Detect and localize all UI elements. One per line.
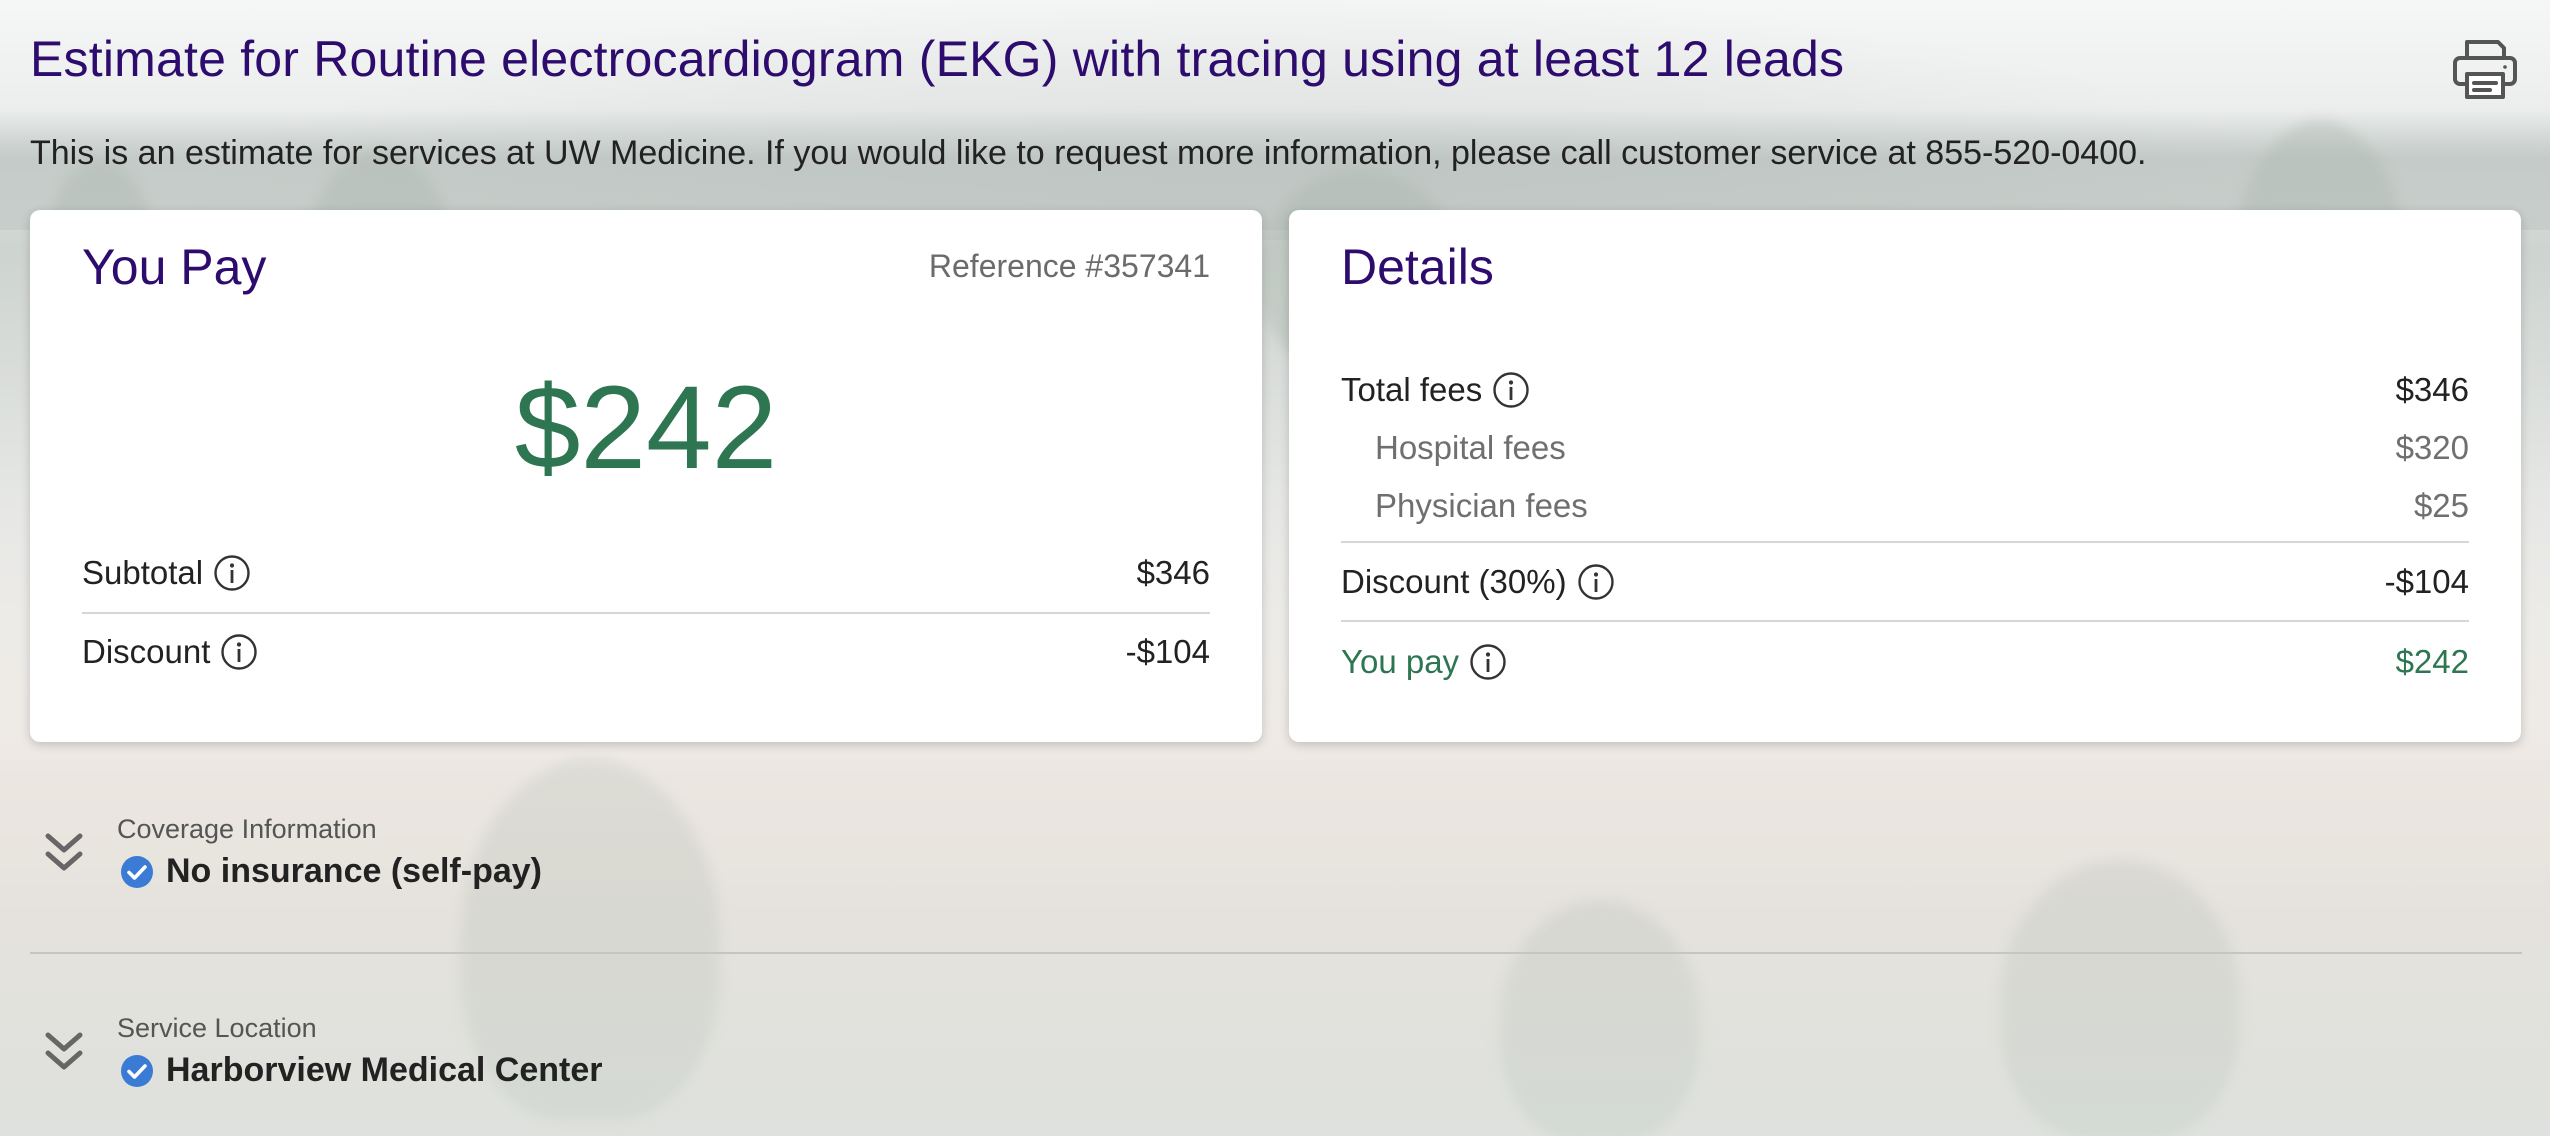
chevron-double-down-icon [45, 833, 83, 871]
coverage-label: Coverage Information [117, 814, 377, 844]
hospital-fees-label: Hospital fees [1375, 429, 1566, 466]
you-pay-row: You pay $242 [1341, 634, 2469, 690]
physician-fees-value: $25 [2413, 487, 2469, 524]
you-pay-amount: $242 [514, 362, 778, 494]
coverage-accordion[interactable]: Coverage Information No insurance (self-… [30, 814, 2522, 904]
info-icon[interactable] [220, 633, 258, 671]
check-circle-icon [121, 855, 153, 888]
divider [82, 612, 1210, 614]
discount-label: Discount (30%) [1341, 563, 1567, 600]
you-pay-heading: You Pay [82, 239, 267, 295]
discount-value: -$104 [2384, 563, 2469, 600]
info-icon[interactable] [1469, 643, 1507, 681]
divider [1341, 620, 2469, 622]
printer-icon [2453, 40, 2517, 99]
page-title: Estimate for Routine electrocardiogram (… [30, 31, 1845, 87]
check-circle-icon [121, 1054, 153, 1087]
subtotal-label: Subtotal [82, 554, 204, 591]
discount-row: Discount -$104 [82, 624, 1210, 680]
discount-row: Discount (30%) -$104 [1341, 554, 2469, 610]
you-pay-value: $242 [2395, 643, 2469, 680]
physician-fees-label: Physician fees [1375, 487, 1588, 524]
total-fees-label: Total fees [1341, 371, 1483, 408]
discount-label: Discount [82, 633, 211, 670]
discount-value: -$104 [1125, 633, 1210, 670]
subtotal-row: Subtotal $346 [82, 545, 1210, 601]
intro-text: This is an estimate for services at UW M… [30, 134, 2147, 172]
details-card: Details Total fees $346 Hospital fees $3… [1289, 210, 2521, 742]
physician-fees-row: Physician fees $25 [1341, 478, 2469, 534]
total-fees-value: $346 [2395, 371, 2469, 408]
details-heading: Details [1341, 239, 1494, 295]
divider [1341, 541, 2469, 543]
you-pay-card: You Pay Reference #357341 $242 Subtotal … [30, 210, 1262, 742]
reference-number: Reference #357341 [928, 248, 1210, 284]
coverage-value: No insurance (self-pay) [166, 852, 542, 890]
service-location-accordion[interactable]: Service Location Harborview Medical Cent… [30, 1013, 2522, 1103]
print-button[interactable] [2450, 36, 2520, 102]
info-icon[interactable] [213, 554, 251, 592]
info-icon[interactable] [1492, 371, 1530, 409]
total-fees-row: Total fees $346 [1341, 362, 2469, 418]
service-location-value: Harborview Medical Center [166, 1051, 603, 1089]
service-location-label: Service Location [117, 1013, 317, 1043]
info-icon[interactable] [1577, 563, 1615, 601]
hospital-fees-value: $320 [2395, 429, 2469, 466]
chevron-double-down-icon [45, 1032, 83, 1070]
subtotal-value: $346 [1136, 554, 1210, 591]
you-pay-label: You pay [1341, 643, 1460, 680]
section-divider [30, 952, 2522, 954]
hospital-fees-row: Hospital fees $320 [1341, 420, 2469, 476]
